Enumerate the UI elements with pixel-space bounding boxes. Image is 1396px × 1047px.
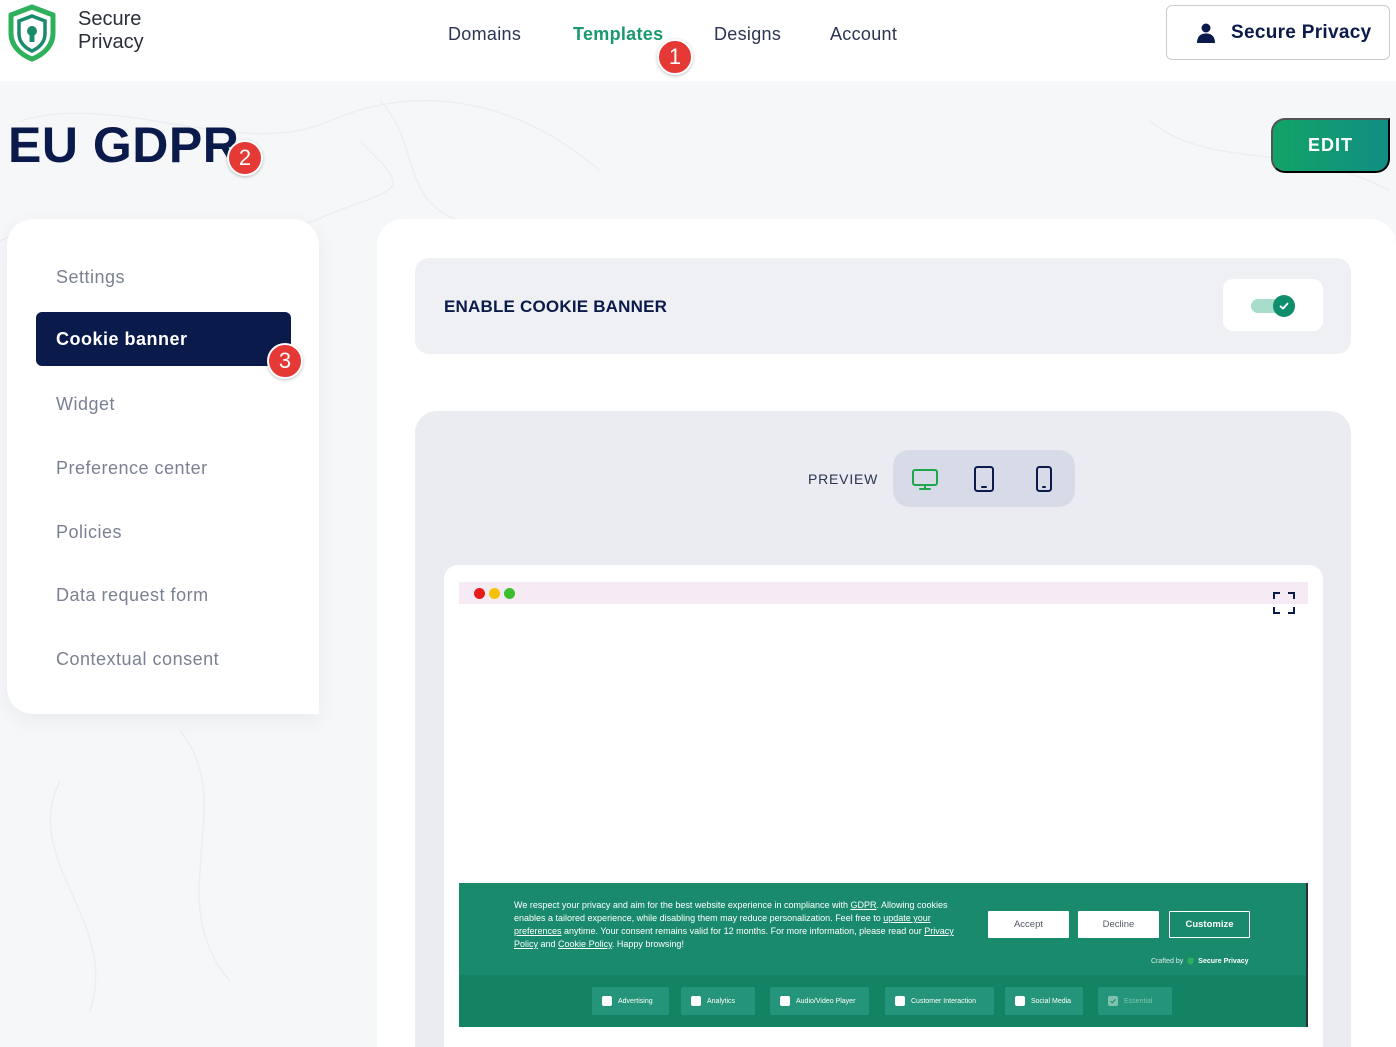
desktop-preview-button[interactable] [910,464,940,494]
tablet-icon [974,466,994,492]
category-essential: Essential [1098,987,1172,1015]
enable-cookie-banner-row: ENABLE COOKIE BANNER [415,258,1351,354]
crafted-by-label: Crafted by [1151,957,1184,965]
banner-text-part: and [538,939,559,949]
category-label: Social Media [1031,997,1072,1005]
preview-label: PREVIEW [808,471,879,487]
category-analytics[interactable]: Analytics [681,987,755,1015]
settings-sidebar: Settings Cookie banner Widget Preference… [7,219,319,714]
window-close-dot-icon [474,588,485,599]
sidebar-item-policies[interactable]: Policies [36,505,291,559]
window-minimize-dot-icon [489,588,500,599]
step-badge-2: 2 [227,140,263,176]
step-badge-1: 1 [657,39,693,75]
banner-text-part: We respect your privacy and aim for the … [514,900,851,910]
desktop-icon [912,469,938,490]
tablet-preview-button[interactable] [969,464,999,494]
category-audio-video-player[interactable]: Audio/Video Player [770,987,869,1015]
checkbox-icon [895,996,905,1006]
sidebar-item-widget[interactable]: Widget [36,377,291,431]
checkbox-checked-icon [1108,996,1118,1006]
category-customer-interaction[interactable]: Customer Interaction [885,987,994,1015]
banner-text-part: anytime. Your consent remains valid for … [561,926,925,936]
sidebar-item-preference-center[interactable]: Preference center [36,441,291,495]
nav-account[interactable]: Account [830,24,897,45]
cookie-banner-preview: We respect your privacy and aim for the … [459,883,1308,1027]
gdpr-link[interactable]: GDPR [851,900,877,910]
category-label: Analytics [707,997,736,1005]
shield-icon [1187,957,1194,965]
toggle-knob [1273,295,1295,317]
checkbox-icon [602,996,612,1006]
brand-line-1: Secure [78,8,142,30]
mobile-preview-button[interactable] [1029,464,1059,494]
sidebar-item-data-request-form[interactable]: Data request form [36,568,291,622]
sidebar-item-cookie-banner[interactable]: Cookie banner [36,312,291,366]
user-icon [1197,23,1215,43]
nav-templates[interactable]: Templates [573,24,663,45]
category-label: Customer Interaction [911,997,976,1005]
brand-name[interactable]: Secure Privacy [78,8,144,54]
mobile-icon [1036,466,1052,492]
category-advertising[interactable]: Advertising [592,987,669,1015]
top-navigation-bar: Secure Privacy Domains Templates Designs… [0,0,1396,81]
banner-text-part: . Happy browsing! [611,939,684,949]
enable-cookie-banner-label: ENABLE COOKIE BANNER [444,297,668,316]
enable-cookie-banner-toggle[interactable] [1223,279,1323,331]
checkbox-icon [691,996,701,1006]
crafted-by: Crafted by Secure Privacy [1151,957,1249,965]
checkbox-icon [780,996,790,1006]
decline-button[interactable]: Decline [1078,911,1159,938]
nav-designs[interactable]: Designs [714,24,781,45]
edit-button[interactable]: EDIT [1271,118,1390,173]
brand-line-2: Privacy [78,31,144,53]
customize-button[interactable]: Customize [1169,911,1250,938]
checkbox-icon [1015,996,1025,1006]
cookie-banner-text: We respect your privacy and aim for the … [514,899,959,951]
browser-title-bar [459,582,1308,604]
nav-domains[interactable]: Domains [448,24,521,45]
window-maximize-dot-icon [504,588,515,599]
sidebar-item-settings[interactable]: Settings [36,250,291,304]
accept-button[interactable]: Accept [988,911,1069,938]
page-title: EU GDPR [8,117,240,173]
device-switcher [893,450,1075,507]
category-label: Advertising [618,997,653,1005]
account-menu-button[interactable]: Secure Privacy [1166,5,1390,60]
category-social-media[interactable]: Social Media [1005,987,1083,1015]
account-name: Secure Privacy [1231,21,1372,43]
secure-privacy-shield-logo[interactable] [6,4,58,62]
category-label: Essential [1124,997,1153,1005]
crafted-by-brand: Secure Privacy [1198,957,1249,965]
category-label: Audio/Video Player [796,997,856,1005]
browser-preview-window: We respect your privacy and aim for the … [444,565,1323,1047]
check-icon [1279,302,1289,310]
cookie-policy-link[interactable]: Cookie Policy [558,939,612,949]
step-badge-3: 3 [267,343,303,379]
fullscreen-icon[interactable] [1272,591,1296,615]
sidebar-item-contextual-consent[interactable]: Contextual consent [36,632,291,686]
